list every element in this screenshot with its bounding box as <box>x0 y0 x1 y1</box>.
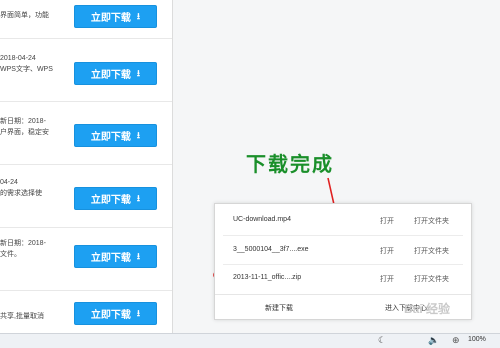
annotation-text: 下载完成 <box>246 152 334 176</box>
open-file-link[interactable]: 打开 <box>380 246 394 256</box>
list-item: 04-24 的需求选择使 立即下载 ⭳ <box>0 165 172 228</box>
item-description: 04-24 的需求选择使 <box>0 179 42 197</box>
list-item: 共享,批量取消 立即下载 ⭳ <box>0 291 172 333</box>
list-item: 界面简单，功能 立即下载 ⭳ <box>0 0 172 39</box>
software-list: 界面简单，功能 立即下载 ⭳ 2018-04-24 WPS文字、WPS 立即下载… <box>0 0 172 333</box>
baidu-watermark: Bai 经验 <box>404 302 451 316</box>
download-item: 2013-11-11_offic....zip 打开 打开文件夹 <box>215 264 471 292</box>
speaker-icon[interactable]: 🔈 <box>428 335 439 346</box>
open-folder-link[interactable]: 打开文件夹 <box>414 216 449 226</box>
zoom-level[interactable]: 100% <box>468 336 486 343</box>
download-now-button[interactable]: 立即下载 ⭳ <box>74 187 157 210</box>
moon-icon[interactable]: ☾ <box>378 335 386 346</box>
download-now-button[interactable]: 立即下载 ⭳ <box>74 5 157 28</box>
open-file-link[interactable]: 打开 <box>380 216 394 226</box>
download-now-button[interactable]: 立即下载 ⭳ <box>74 124 157 147</box>
list-item: 新日期：2018- 文件。 立即下载 ⭳ <box>0 228 172 291</box>
download-filename: UC-download.mp4 <box>233 216 291 223</box>
item-description: 新日期：2018- 文件。 <box>0 240 46 258</box>
download-item: UC-download.mp4 打开 打开文件夹 <box>215 206 471 234</box>
download-arrow-icon: ⭳ <box>136 250 141 261</box>
download-filename: 3__5000104__3f7....exe <box>233 246 309 253</box>
item-description: 2018-04-24 WPS文字、WPS <box>0 55 53 73</box>
download-now-button[interactable]: 立即下载 ⭳ <box>74 62 157 85</box>
download-now-button[interactable]: 立即下载 ⭳ <box>74 302 157 325</box>
download-arrow-icon: ⭳ <box>136 307 141 318</box>
open-file-link[interactable]: 打开 <box>380 274 394 284</box>
new-download-button[interactable]: 新建下载 <box>265 303 293 313</box>
item-description: 共享,批量取消 <box>0 313 44 320</box>
download-arrow-icon: ⭳ <box>136 10 141 21</box>
open-folder-link[interactable]: 打开文件夹 <box>414 274 449 284</box>
item-description: 新日期：2018- 户界面，稳定安 <box>0 118 49 136</box>
item-description: 界面简单，功能 <box>0 12 49 19</box>
list-item: 2018-04-24 WPS文字、WPS 立即下载 ⭳ <box>0 39 172 102</box>
download-arrow-icon: ⭳ <box>136 129 141 140</box>
zoom-icon[interactable]: ⊕ <box>452 335 460 346</box>
status-bar: ☾ 🔈 ⊕ 100% <box>0 333 500 348</box>
list-item: 新日期：2018- 户界面，稳定安 立即下载 ⭳ <box>0 102 172 165</box>
download-arrow-icon: ⭳ <box>136 192 141 203</box>
download-filename: 2013-11-11_offic....zip <box>233 274 302 281</box>
download-arrow-icon: ⭳ <box>136 67 141 78</box>
download-now-button[interactable]: 立即下载 ⭳ <box>74 245 157 268</box>
download-item: 3__5000104__3f7....exe 打开 打开文件夹 <box>215 236 471 264</box>
open-folder-link[interactable]: 打开文件夹 <box>414 246 449 256</box>
